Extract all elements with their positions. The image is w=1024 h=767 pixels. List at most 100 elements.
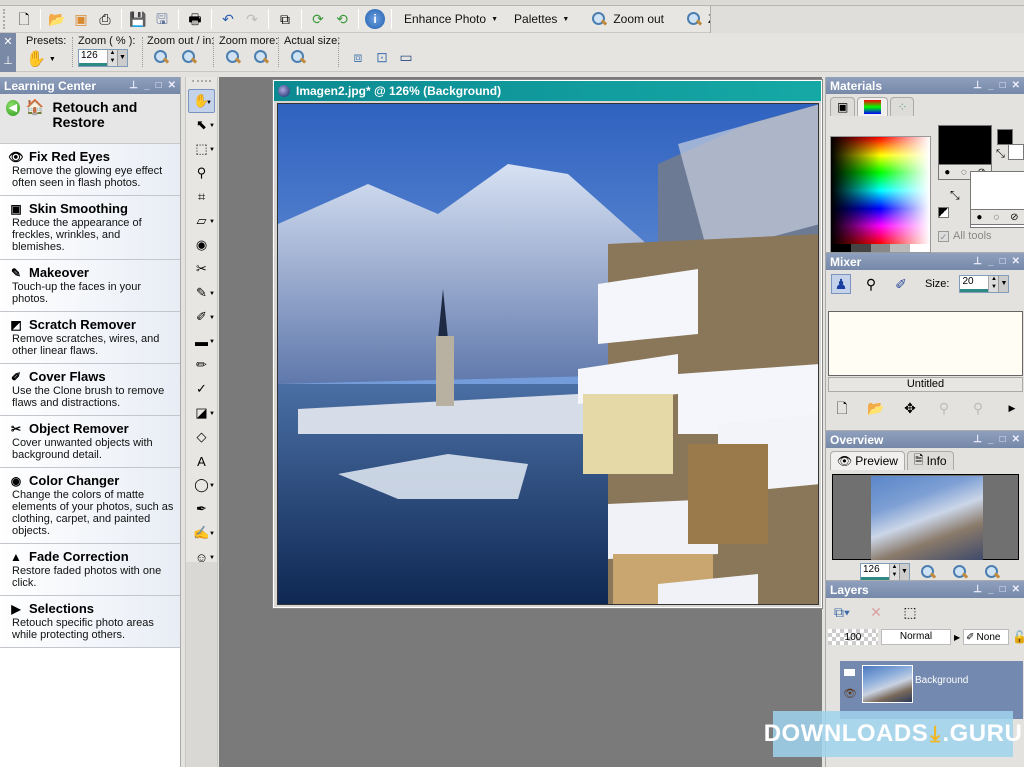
learning-center-item[interactable]: ▣ Skin Smoothing Reduce the appearance of … bbox=[0, 196, 180, 260]
pin-icon[interactable]: ⊥ bbox=[973, 584, 982, 595]
caret-down-icon[interactable]: ▼ bbox=[206, 100, 212, 106]
color-style-icon[interactable]: ● bbox=[944, 167, 950, 178]
caret-down-icon[interactable]: ▼ bbox=[209, 147, 215, 153]
mixer-canvas[interactable] bbox=[828, 311, 1023, 376]
print-icon[interactable]: 🖶 bbox=[185, 9, 205, 29]
maximize-icon[interactable]: □ bbox=[156, 80, 162, 91]
close-icon[interactable]: ✕ bbox=[1012, 256, 1020, 267]
spectrum-gradient[interactable] bbox=[831, 137, 930, 244]
zoom-out-icon[interactable] bbox=[153, 49, 169, 65]
caret-down-icon[interactable]: ▼ bbox=[209, 291, 215, 297]
learning-center-item[interactable]: ✐ Cover Flaws Use the Clone brush to remov… bbox=[0, 364, 180, 416]
toolbar-grip[interactable] bbox=[3, 9, 9, 29]
caret-down-icon[interactable]: ▼ bbox=[209, 339, 215, 345]
mixer-zoom-out-icon[interactable]: ⚲ bbox=[934, 398, 954, 418]
pen-tool[interactable]: ✒ bbox=[186, 497, 217, 521]
background-small-swatch[interactable] bbox=[1008, 144, 1024, 160]
task-title[interactable]: Fade Correction bbox=[29, 549, 129, 564]
overview-thumbnail[interactable] bbox=[871, 476, 983, 560]
pan-tool[interactable]: ✋ ▼ bbox=[188, 89, 215, 113]
color-spectrum[interactable] bbox=[830, 136, 931, 253]
straighten-tool[interactable]: ▱ ▼ bbox=[186, 209, 217, 233]
caret-down-icon[interactable]: ▼ bbox=[209, 123, 215, 129]
save-icon[interactable]: 💾 bbox=[128, 9, 148, 29]
overview-zoom-spinner[interactable]: 126 ▲ ▼ ▼ bbox=[860, 563, 910, 581]
text-tool[interactable]: A bbox=[186, 449, 217, 473]
open-mixer-icon[interactable]: 📂 bbox=[866, 398, 886, 418]
mixer-menu-arrow-icon[interactable]: ▶ bbox=[1002, 398, 1022, 418]
zoom-percent-value[interactable]: 126 bbox=[79, 50, 107, 66]
paint-brush-tool[interactable]: ✏ bbox=[186, 353, 217, 377]
learning-center-item[interactable]: ▶ Selections Retouch specific photo areas … bbox=[0, 596, 180, 648]
tab-frame[interactable]: ▣ bbox=[830, 97, 856, 116]
new-file-icon[interactable]: 🗋 bbox=[14, 9, 34, 29]
gradient-tool[interactable]: ▬ ▼ bbox=[186, 329, 217, 353]
toolbar-grip[interactable] bbox=[192, 80, 211, 86]
new-layer-icon[interactable]: ⧉▾ bbox=[832, 602, 852, 622]
zoom-out-button[interactable]: Zoom out bbox=[577, 8, 672, 30]
mixer-knife-icon[interactable]: ⚲ bbox=[861, 274, 881, 294]
learning-center-item[interactable]: 👁 Fix Red Eyes Remove the glowing eye effe… bbox=[0, 144, 180, 196]
spin-down-icon[interactable]: ▼ bbox=[108, 58, 117, 66]
all-tools-checkbox[interactable]: ✓ All tools bbox=[938, 230, 992, 242]
overview-zoom-value[interactable]: 126 bbox=[861, 564, 889, 580]
dropdown-icon[interactable]: ▼ bbox=[899, 564, 909, 580]
full-screen-icon[interactable]: ▭ bbox=[396, 47, 416, 67]
minimize-icon[interactable]: _ bbox=[988, 80, 994, 91]
zoom-more-out-icon[interactable] bbox=[225, 49, 241, 65]
texture-icon[interactable]: ◌ bbox=[961, 167, 967, 178]
rotate-left-icon[interactable]: ⟲ bbox=[332, 9, 352, 29]
spin-up-icon[interactable]: ▲ bbox=[890, 564, 899, 572]
learning-center-item[interactable]: ✎ Makeover Touch-up the faces in your phot… bbox=[0, 260, 180, 312]
dropdown-icon[interactable]: ▼ bbox=[998, 276, 1009, 292]
preset-shape-tool[interactable]: ◯ ▼ bbox=[186, 473, 217, 497]
blend-mode-arrow-icon[interactable]: ▶ bbox=[954, 633, 960, 642]
move-icon[interactable]: ✥ bbox=[900, 398, 920, 418]
task-title[interactable]: Skin Smoothing bbox=[29, 201, 128, 216]
transparent-icon[interactable]: ⊘ bbox=[1010, 212, 1018, 223]
mixer-zoom-in-icon[interactable]: ⚲ bbox=[968, 398, 988, 418]
save-as-icon[interactable]: 🖫 bbox=[152, 9, 172, 29]
maximize-icon[interactable]: □ bbox=[1000, 434, 1006, 445]
tab-rainbow[interactable]: ██ bbox=[857, 97, 889, 116]
task-title[interactable]: Selections bbox=[29, 601, 94, 616]
new-mixer-icon[interactable]: 🗋 bbox=[832, 398, 852, 418]
scan-icon[interactable]: ⎙ bbox=[95, 9, 115, 29]
caret-down-icon[interactable]: ▼ bbox=[209, 483, 215, 489]
maximize-icon[interactable]: □ bbox=[1000, 80, 1006, 91]
back-arrow-icon[interactable]: ◀ bbox=[6, 100, 20, 116]
zoom-more-in-icon[interactable] bbox=[253, 49, 269, 65]
close-icon[interactable]: ✕ bbox=[1012, 434, 1020, 445]
presets-button[interactable]: ✋ ▼ bbox=[26, 49, 66, 69]
spin-down-icon[interactable]: ▼ bbox=[890, 572, 899, 580]
pin-icon[interactable]: ⊥ bbox=[973, 256, 982, 267]
makeover-tool[interactable]: ✂ bbox=[186, 257, 217, 281]
info-icon[interactable]: i bbox=[365, 9, 385, 29]
minimize-icon[interactable]: _ bbox=[988, 256, 994, 267]
task-title[interactable]: Object Remover bbox=[29, 421, 129, 436]
color-style-icon[interactable]: ● bbox=[976, 212, 982, 223]
enhance-photo-menu[interactable]: Enhance Photo ▼ bbox=[396, 8, 506, 30]
full-editor-icon[interactable]: ⧉ bbox=[275, 9, 295, 29]
fit-window-icon[interactable]: ⧈ bbox=[348, 47, 368, 67]
fit-image-icon[interactable]: ⊡ bbox=[372, 47, 392, 67]
pick-tool[interactable]: ⬉ ▼ bbox=[186, 113, 217, 137]
actual-size-icon[interactable] bbox=[984, 564, 1000, 580]
delete-layer-icon[interactable]: ✕ bbox=[866, 602, 886, 622]
minimize-icon[interactable]: _ bbox=[988, 434, 994, 445]
zoom-percent-spinner[interactable]: 126 ▲ ▼ ▼ bbox=[78, 49, 128, 67]
crop-tool[interactable]: ⌗ bbox=[186, 185, 217, 209]
task-title[interactable]: Makeover bbox=[29, 265, 89, 280]
zoom-in-icon[interactable] bbox=[952, 564, 968, 580]
pin-icon[interactable]: ⊥ bbox=[973, 434, 982, 445]
photo-canvas[interactable] bbox=[277, 103, 819, 605]
zoom-out-icon[interactable] bbox=[920, 564, 936, 580]
visibility-eye-icon[interactable]: 👁 bbox=[843, 687, 857, 700]
redo-icon[interactable]: ↷ bbox=[242, 9, 262, 29]
task-title[interactable]: Scratch Remover bbox=[29, 317, 136, 332]
learning-center-item[interactable]: ◩ Scratch Remover Remove scratches, wires,… bbox=[0, 312, 180, 364]
caret-down-icon[interactable]: ▼ bbox=[209, 411, 215, 417]
zoom-in-icon[interactable] bbox=[181, 49, 197, 65]
tab-info[interactable]: 🗎 Info bbox=[906, 451, 954, 470]
eraser-tool[interactable]: ◇ bbox=[186, 425, 217, 449]
